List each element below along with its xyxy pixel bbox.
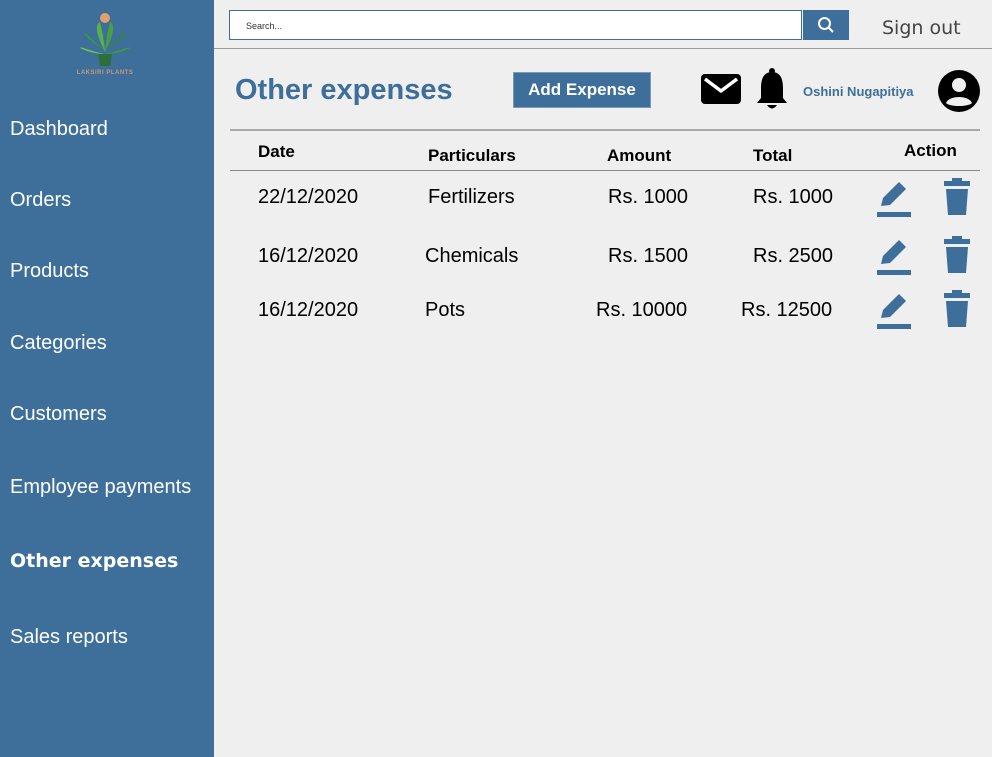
sign-out-link[interactable]: Sign out (882, 17, 961, 39)
cell-date: 16/12/2020 (258, 245, 359, 267)
sidebar-item-products[interactable]: Products (10, 260, 89, 283)
edit-icon[interactable] (877, 178, 911, 223)
cell-amount: Rs. 1000 (608, 186, 689, 208)
search-input[interactable]: Search... (229, 10, 802, 40)
search-button[interactable] (803, 10, 849, 40)
column-header-particulars: Particulars (428, 146, 516, 165)
search-icon (818, 17, 834, 33)
sidebar-item-employee-payments[interactable]: Employee payments (10, 476, 191, 499)
brand-name: LAKSIRI PLANTS (76, 70, 134, 76)
cell-total: Rs. 12500 (741, 299, 833, 321)
edit-icon[interactable] (877, 290, 911, 335)
column-header-amount: Amount (607, 146, 672, 165)
cell-total: Rs. 2500 (753, 245, 834, 267)
column-header-action: Action (904, 141, 957, 160)
delete-icon[interactable] (944, 178, 970, 221)
cell-particulars: Fertilizers (428, 186, 515, 208)
mail-icon[interactable] (701, 74, 741, 109)
brand-logo[interactable]: LAKSIRI PLANTS (60, 10, 150, 90)
sidebar-item-customers[interactable]: Customers (10, 403, 107, 426)
sidebar-item-orders[interactable]: Orders (10, 189, 71, 212)
sidebar-item-dashboard[interactable]: Dashboard (10, 118, 108, 141)
table-header-divider (230, 170, 980, 171)
plant-logo-icon (80, 13, 130, 66)
column-header-total: Total (753, 146, 793, 165)
add-expense-button[interactable]: Add Expense (513, 72, 651, 108)
bell-icon[interactable] (755, 68, 789, 117)
page-title: Other expenses (235, 74, 453, 106)
cell-date: 22/12/2020 (258, 186, 359, 208)
cell-date: 16/12/2020 (258, 299, 359, 321)
edit-icon[interactable] (877, 236, 911, 281)
sidebar: LAKSIRI PLANTS Dashboard Orders Products… (0, 0, 214, 757)
user-avatar-icon[interactable] (937, 70, 981, 117)
cell-amount: Rs. 1500 (608, 245, 689, 267)
cell-amount: Rs. 10000 (596, 299, 688, 321)
delete-icon[interactable] (944, 236, 970, 279)
cell-particulars: Chemicals (425, 245, 519, 267)
user-name[interactable]: Oshini Nugapitiya (803, 84, 914, 99)
sidebar-item-sales-reports[interactable]: Sales reports (10, 626, 128, 649)
cell-total: Rs. 1000 (753, 186, 834, 208)
cell-particulars: Pots (425, 299, 466, 321)
delete-icon[interactable] (944, 290, 970, 333)
sidebar-item-categories[interactable]: Categories (10, 332, 107, 355)
table-top-divider (230, 129, 980, 131)
header-divider (214, 48, 992, 49)
column-header-date: Date (258, 142, 295, 161)
sidebar-item-other-expenses[interactable]: Other expenses (10, 550, 178, 572)
